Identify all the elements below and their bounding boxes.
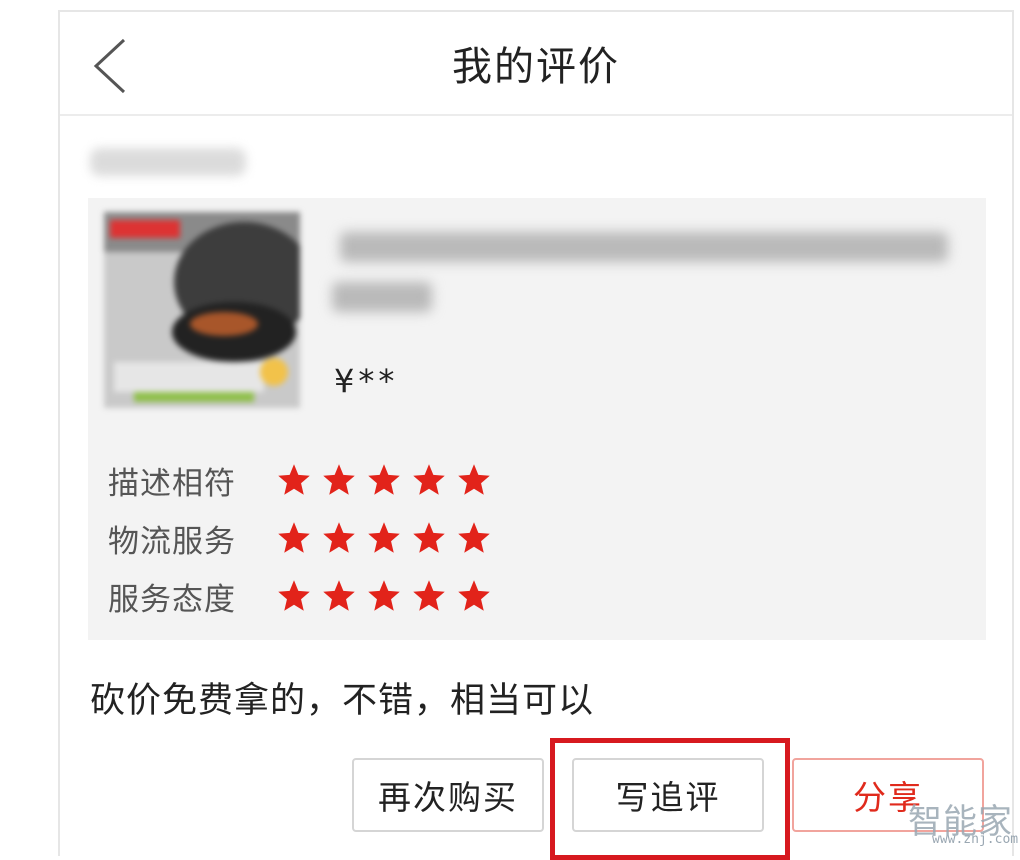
- highlight-annotation-box: [550, 738, 790, 860]
- star-icon: [368, 580, 400, 611]
- star-icon: [368, 464, 400, 495]
- star-icon: [278, 522, 310, 553]
- nav-header: 我的评价: [60, 12, 1012, 116]
- star-icon: [458, 580, 490, 611]
- rating-row: 物流服务: [108, 516, 492, 560]
- star-icon: [413, 522, 445, 553]
- star-icon: [458, 464, 490, 495]
- star-icon: [368, 522, 400, 553]
- star-icon: [413, 464, 445, 495]
- watermark-url: www.znj.com: [932, 832, 1019, 847]
- order-card: ¥** 描述相符物流服务服务态度: [88, 198, 986, 640]
- rating-label: 描述相符: [108, 465, 236, 502]
- star-icon: [323, 580, 355, 611]
- rating-row: 描述相符: [108, 458, 492, 502]
- star-rating: [276, 520, 492, 556]
- star-rating: [276, 462, 492, 498]
- buy-again-button[interactable]: 再次购买: [352, 758, 544, 832]
- star-icon: [323, 522, 355, 553]
- review-date-blurred: [90, 148, 246, 176]
- star-icon: [458, 522, 490, 553]
- star-rating: [276, 578, 492, 614]
- page-title: 我的评价: [452, 44, 620, 90]
- star-icon: [413, 580, 445, 611]
- rating-label: 物流服务: [108, 523, 236, 560]
- product-thumbnail[interactable]: [104, 212, 300, 408]
- star-icon: [278, 464, 310, 495]
- rating-row: 服务态度: [108, 574, 492, 618]
- product-price: ¥**: [334, 362, 399, 400]
- rating-label: 服务态度: [108, 581, 236, 618]
- product-name-blurred[interactable]: [332, 224, 952, 324]
- star-icon: [278, 580, 310, 611]
- star-icon: [323, 464, 355, 495]
- product-image: [104, 212, 300, 408]
- review-text: 砍价免费拿的，不错，相当可以: [90, 681, 595, 721]
- watermark: 智能家 www.znj.com: [908, 794, 1018, 850]
